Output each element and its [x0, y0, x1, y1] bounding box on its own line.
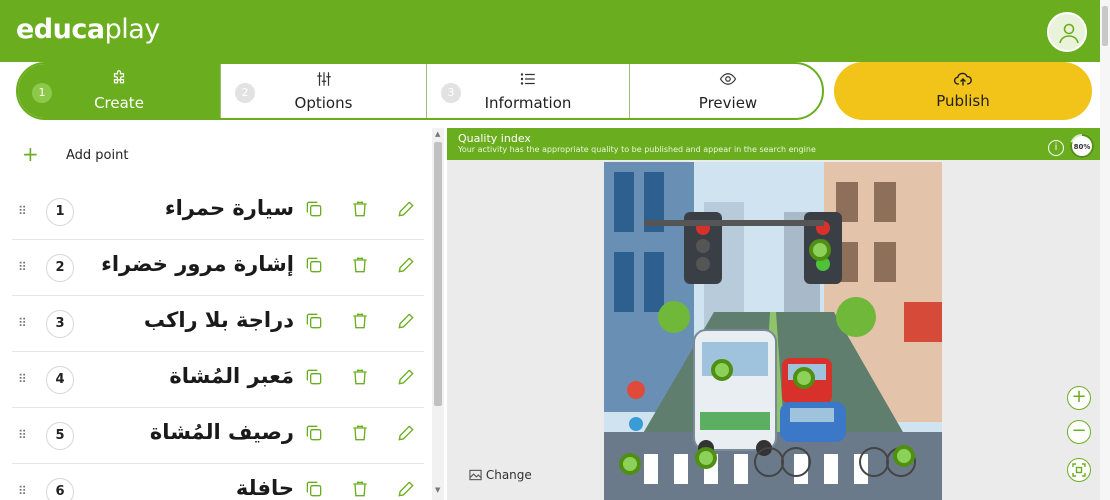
copy-icon[interactable] [304, 367, 328, 391]
drag-handle-icon[interactable]: ⠿ [18, 316, 27, 330]
activity-image[interactable] [604, 162, 942, 500]
image-editor: Quality index Your activity has the appr… [447, 128, 1100, 500]
list-item[interactable]: ⠿ 6 حافلة [12, 464, 424, 500]
quality-subtitle: Your activity has the appropriate qualit… [458, 145, 816, 154]
user-avatar[interactable] [1047, 12, 1087, 52]
quality-index-bar: Quality index Your activity has the appr… [447, 128, 1100, 160]
hotspot-marker[interactable] [809, 239, 831, 261]
trash-icon[interactable] [350, 367, 374, 391]
page-scrollbar[interactable] [1100, 0, 1110, 128]
trash-icon[interactable] [350, 423, 374, 447]
drag-handle-icon[interactable]: ⠿ [18, 204, 27, 218]
list-item[interactable]: ⠿ 5 رصيف المُشاة [12, 408, 424, 464]
point-number: 2 [46, 254, 74, 282]
puzzle-icon [18, 70, 220, 92]
quality-percent: 80% [1074, 143, 1091, 151]
pencil-icon[interactable] [396, 255, 420, 279]
list-item[interactable]: ⠿ 3 دراجة بلا راكب [12, 296, 424, 352]
pencil-icon[interactable] [396, 479, 420, 500]
point-number: 3 [46, 310, 74, 338]
trash-icon[interactable] [350, 479, 374, 500]
eye-icon [630, 70, 822, 92]
drag-handle-icon[interactable]: ⠿ [18, 372, 27, 386]
step-options[interactable]: 2 Options [221, 64, 427, 118]
point-name: رصيف المُشاة [149, 420, 294, 444]
copy-icon[interactable] [304, 479, 328, 500]
scroll-up-icon[interactable]: ▲ [435, 130, 440, 138]
copy-icon[interactable] [304, 199, 328, 223]
list-icon [427, 70, 629, 92]
point-number: 6 [46, 478, 74, 500]
step-preview[interactable]: Preview [630, 64, 822, 118]
points-panel: + Add point ⠿ 1 سيارة حمراء ⠿ 2 إشارة مر… [0, 128, 430, 500]
copy-icon[interactable] [304, 311, 328, 335]
point-number: 4 [46, 366, 74, 394]
user-icon [1059, 23, 1079, 44]
hotspot-marker[interactable] [711, 359, 733, 381]
add-point-label: Add point [66, 148, 129, 163]
fit-screen-button[interactable] [1067, 458, 1091, 482]
scrollbar-thumb[interactable] [1102, 6, 1108, 46]
quality-percent-ring: 80% [1070, 134, 1094, 158]
step-label: Information [484, 94, 572, 112]
point-number: 1 [46, 198, 74, 226]
steps-bar: 1 Create 2 Options 3 Information Preview [16, 62, 824, 120]
change-label: Change [485, 468, 532, 482]
top-bar: educaplay [0, 0, 1110, 62]
pencil-icon[interactable] [396, 367, 420, 391]
step-label: Create [94, 94, 144, 112]
step-information[interactable]: 3 Information [427, 64, 630, 118]
list-item[interactable]: ⠿ 4 مَعبر المُشاة [12, 352, 424, 408]
point-name: حافلة [235, 476, 294, 500]
list-item[interactable]: ⠿ 1 سيارة حمراء [12, 184, 424, 240]
list-item[interactable]: ⠿ 2 إشارة مرور خضراء [12, 240, 424, 296]
point-name: دراجة بلا راكب [143, 308, 294, 332]
scrollbar-thumb[interactable] [434, 142, 442, 406]
trash-icon[interactable] [350, 199, 374, 223]
scroll-down-icon[interactable]: ▼ [435, 486, 440, 494]
plus-icon: + [22, 142, 39, 166]
hotspot-marker[interactable] [793, 367, 815, 389]
hotspot-marker[interactable] [695, 447, 717, 469]
page-scrollbar-track[interactable] [1100, 128, 1110, 500]
point-name: سيارة حمراء [164, 196, 294, 220]
quality-title: Quality index [458, 132, 531, 145]
hotspot-marker[interactable] [893, 445, 915, 467]
educaplay-logo[interactable]: educaplay [16, 14, 160, 45]
drag-handle-icon[interactable]: ⠿ [18, 484, 27, 498]
copy-icon[interactable] [304, 423, 328, 447]
copy-icon[interactable] [304, 255, 328, 279]
point-number: 5 [46, 422, 74, 450]
info-icon[interactable]: i [1048, 140, 1064, 156]
change-image-button[interactable]: Change [469, 468, 532, 482]
hotspot-marker[interactable] [619, 453, 641, 475]
image-icon [469, 469, 482, 481]
zoom-in-button[interactable]: + [1067, 386, 1091, 410]
pencil-icon[interactable] [396, 311, 420, 335]
step-create[interactable]: 1 Create [18, 64, 221, 118]
drag-handle-icon[interactable]: ⠿ [18, 260, 27, 274]
step-label: Options [294, 94, 353, 112]
point-name: إشارة مرور خضراء [101, 252, 294, 276]
sliders-icon [221, 70, 426, 92]
pencil-icon[interactable] [396, 199, 420, 223]
trash-icon[interactable] [350, 311, 374, 335]
zoom-out-button[interactable]: − [1067, 420, 1091, 444]
step-label: Preview [698, 94, 758, 112]
points-scrollbar[interactable]: ▲ ▼ [432, 128, 444, 500]
cloud-upload-icon [834, 70, 1092, 92]
trash-icon[interactable] [350, 255, 374, 279]
pencil-icon[interactable] [396, 423, 420, 447]
publish-button[interactable]: Publish [834, 62, 1092, 120]
fit-screen-icon [1072, 463, 1086, 477]
publish-label: Publish [936, 92, 990, 110]
point-name: مَعبر المُشاة [169, 364, 294, 388]
drag-handle-icon[interactable]: ⠿ [18, 428, 27, 442]
